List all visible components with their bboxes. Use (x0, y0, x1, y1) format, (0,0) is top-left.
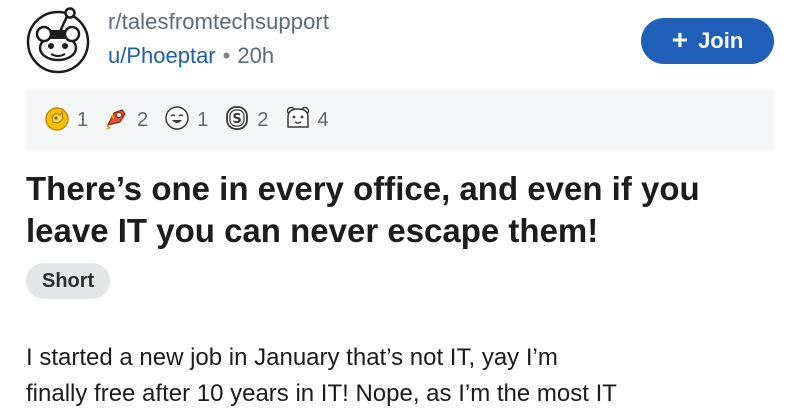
subreddit-avatar-icon[interactable] (22, 4, 94, 76)
post-title[interactable]: There’s one in every office, and even if… (26, 168, 786, 252)
post-age: 20h (237, 43, 275, 68)
award-count: 1 (77, 108, 89, 131)
award-count: 1 (197, 108, 209, 131)
award-item[interactable]: S 2 (222, 103, 269, 138)
join-button-label: Join (698, 28, 744, 53)
svg-text:S: S (233, 112, 242, 127)
award-count: 2 (137, 108, 149, 131)
post-meta: u/Phoeptar • 20h (108, 43, 274, 69)
bear-face-award-icon (283, 103, 313, 138)
subreddit-name[interactable]: r/talesfromtechsupport (108, 9, 329, 35)
author-link[interactable]: u/Phoeptar (108, 43, 216, 68)
award-count: 2 (257, 108, 269, 131)
join-button[interactable]: + Join (641, 18, 774, 64)
post-flair[interactable]: Short (26, 263, 111, 299)
award-item[interactable]: 1 (42, 103, 88, 138)
award-item[interactable]: 1 (162, 103, 208, 138)
award-item[interactable]: 4 (283, 103, 329, 138)
award-count: 4 (317, 108, 329, 131)
plus-icon: + (671, 23, 689, 55)
post-body-line: finally free after 10 years in IT! Nope,… (26, 380, 617, 407)
post-header: r/talesfromtechsupport u/Phoeptar • 20h + … (0, 0, 800, 90)
award-item[interactable]: 2 (102, 103, 148, 138)
post-body: I started a new job in January that’s no… (26, 340, 786, 412)
gold-award-icon (42, 103, 72, 138)
silver-coin-award-icon: S (222, 103, 252, 138)
post-title-line: There’s one in every office, and even if… (26, 170, 700, 207)
laughing-face-award-icon (162, 103, 192, 138)
rocket-like-award-icon (102, 103, 132, 138)
post-body-line: I started a new job in January that’s no… (26, 344, 558, 371)
meta-separator: • (222, 43, 231, 68)
post-title-line: leave IT you can never escape them! (26, 212, 599, 249)
awards-bar[interactable]: 1 2 1 S 2 4 (26, 90, 774, 150)
